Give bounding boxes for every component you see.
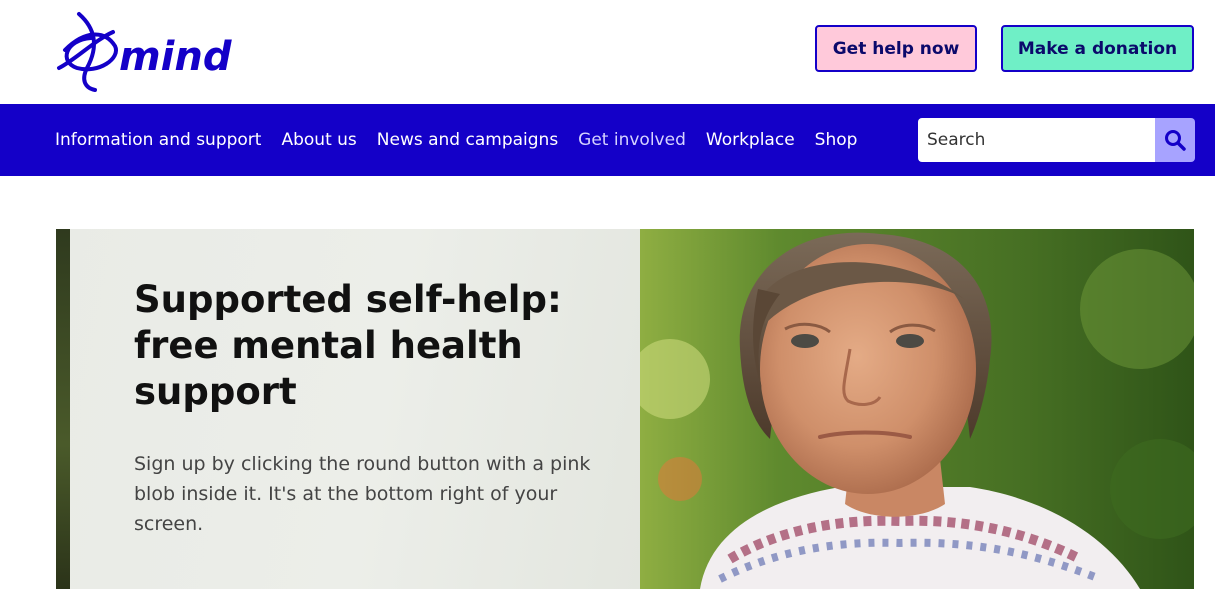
nav-item-workplace[interactable]: Workplace — [706, 130, 795, 150]
hero-subtitle: Sign up by clicking the round button wit… — [134, 453, 591, 535]
search-icon — [1165, 130, 1186, 151]
make-donation-button[interactable]: Make a donation — [1001, 25, 1194, 72]
hero-photo — [630, 229, 1194, 589]
nav-item-shop[interactable]: Shop — [815, 130, 858, 150]
nav-item-get-involved[interactable]: Get involved — [578, 130, 686, 150]
hero-title: Supported self-help: free mental health … — [134, 278, 562, 413]
site-header: mind Get help now Make a donation — [0, 0, 1215, 104]
nav-item-news-and-campaigns[interactable]: News and campaigns — [377, 130, 558, 150]
nav-item-information-and-support[interactable]: Information and support — [55, 130, 261, 150]
hero-banner: Supported self-help: free mental health … — [56, 229, 1194, 589]
nav-item-about-us[interactable]: About us — [281, 130, 356, 150]
search-button[interactable] — [1155, 118, 1195, 162]
mind-logo[interactable]: mind — [55, 10, 245, 94]
search-input[interactable] — [918, 118, 1155, 162]
hero-text-panel: Supported self-help: free mental health … — [56, 229, 640, 589]
get-help-now-button[interactable]: Get help now — [815, 25, 977, 72]
site-search — [918, 118, 1195, 162]
logo-wordmark: mind — [119, 34, 232, 80]
